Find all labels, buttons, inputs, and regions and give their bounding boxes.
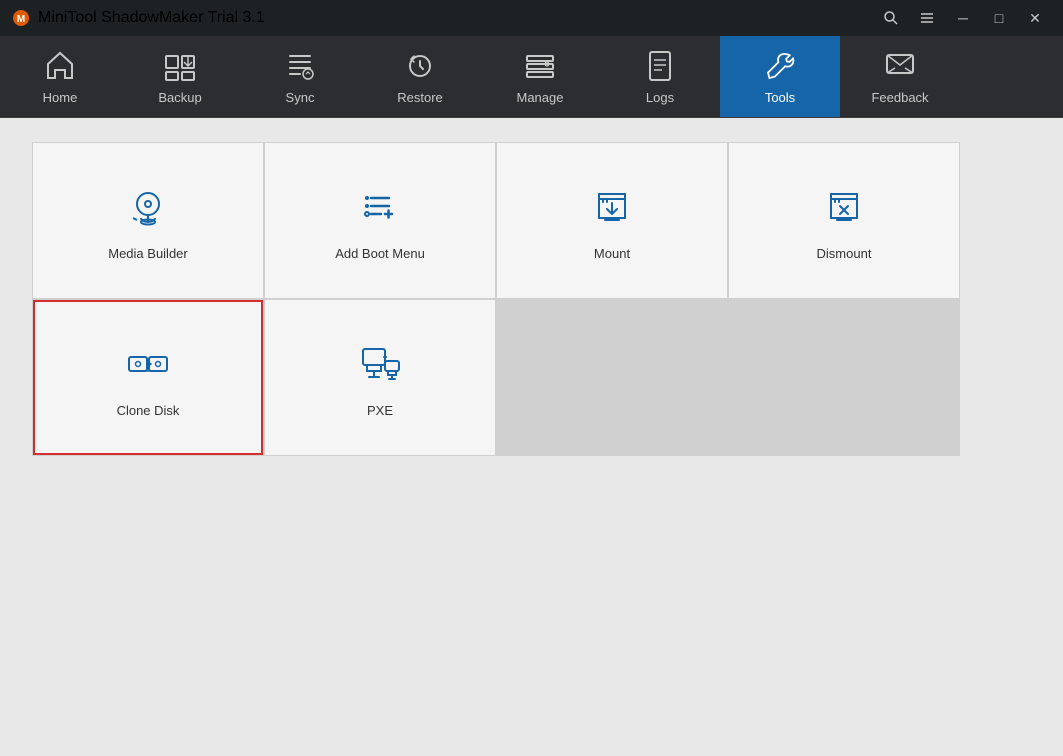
tool-card-mount[interactable]: Mount [497,143,727,298]
content-area: Media Builder Add Boot Menu [0,118,1063,756]
nav-item-logs[interactable]: Logs [600,36,720,117]
tool-mount-label: Mount [594,246,630,261]
tool-pxe-label: PXE [367,403,393,418]
titlebar-controls: ─ □ ✕ [875,6,1051,30]
nav-item-feedback[interactable]: Feedback [840,36,960,117]
nav-tools-label: Tools [765,90,795,105]
nav-item-tools[interactable]: Tools [720,36,840,117]
tool-card-dismount[interactable]: Dismount [729,143,959,298]
nav-logs-label: Logs [646,90,674,105]
nav-item-restore[interactable]: Restore [360,36,480,117]
nav-item-manage[interactable]: Manage [480,36,600,117]
navbar: Home Backup Sync Restore [0,36,1063,118]
tool-card-pxe[interactable]: PXE [265,300,495,455]
titlebar: M MiniTool ShadowMaker Trial 3.1 ─ □ ✕ [0,0,1063,36]
nav-restore-label: Restore [397,90,443,105]
minimize-button[interactable]: ─ [947,6,979,30]
close-button[interactable]: ✕ [1019,6,1051,30]
nav-home-label: Home [43,90,78,105]
nav-manage-label: Manage [517,90,564,105]
tool-card-clone-disk[interactable]: Clone Disk [33,300,263,455]
nav-backup-label: Backup [158,90,201,105]
nav-feedback-label: Feedback [871,90,928,105]
titlebar-left: M MiniTool ShadowMaker Trial 3.1 [12,9,265,27]
svg-text:M: M [17,14,25,25]
nav-sync-label: Sync [286,90,315,105]
search-button[interactable] [875,6,907,30]
nav-item-backup[interactable]: Backup [120,36,240,117]
app-title: MiniTool ShadowMaker Trial 3.1 [38,9,265,27]
tool-media-builder-label: Media Builder [108,246,188,261]
tool-card-add-boot-menu[interactable]: Add Boot Menu [265,143,495,298]
menu-button[interactable] [911,6,943,30]
tool-dismount-label: Dismount [817,246,872,261]
nav-item-sync[interactable]: Sync [240,36,360,117]
maximize-button[interactable]: □ [983,6,1015,30]
tool-clone-disk-label: Clone Disk [117,403,180,418]
tool-card-media-builder[interactable]: Media Builder [33,143,263,298]
tool-add-boot-menu-label: Add Boot Menu [335,246,425,261]
nav-item-home[interactable]: Home [0,36,120,117]
app-logo-icon: M [12,9,30,27]
tools-grid: Media Builder Add Boot Menu [32,142,960,456]
